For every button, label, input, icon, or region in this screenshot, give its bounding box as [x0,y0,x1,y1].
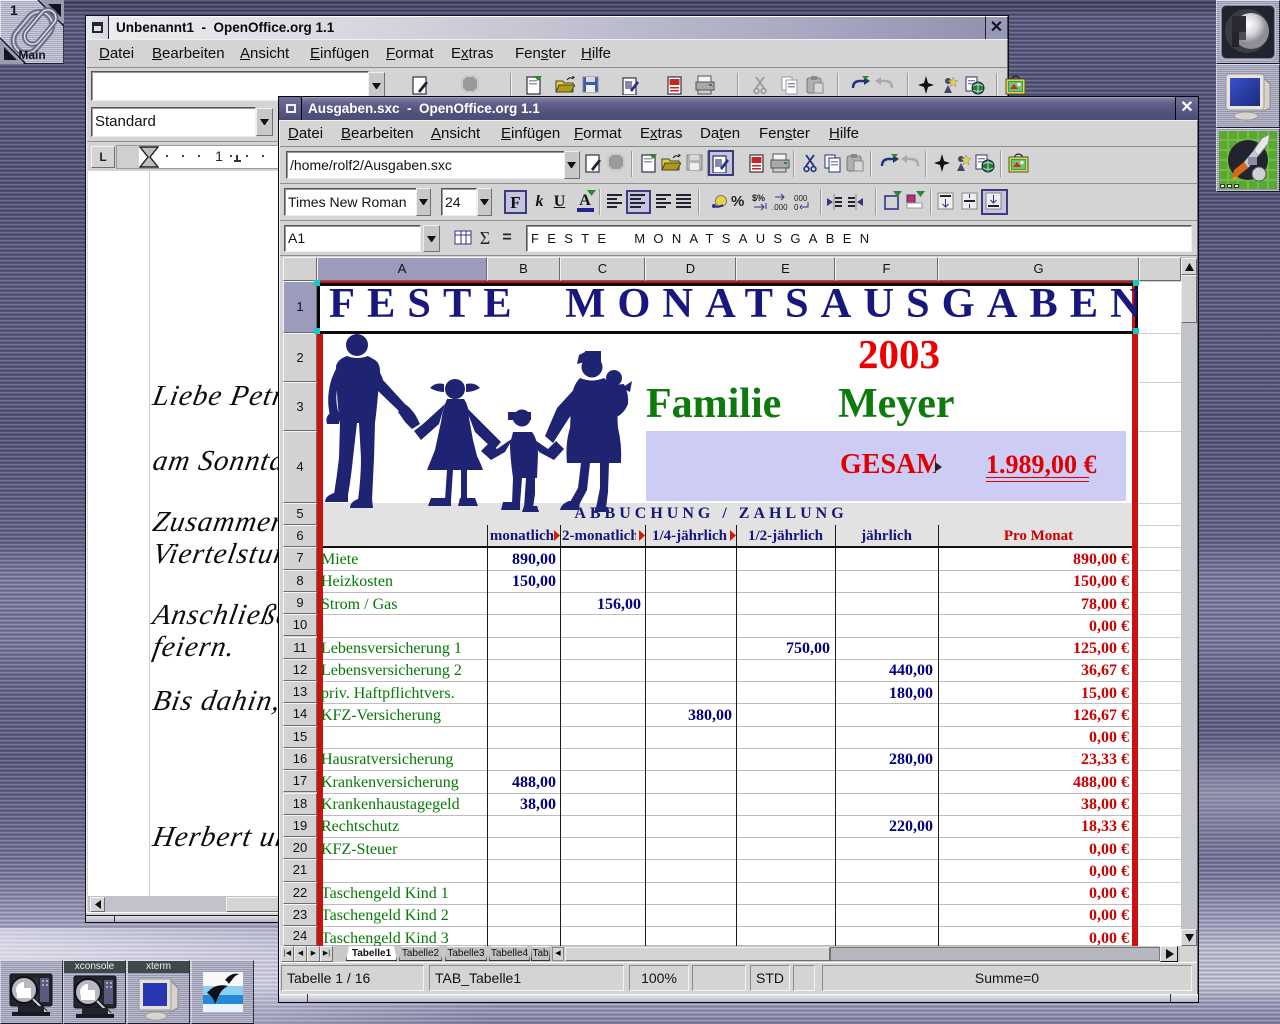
svg-text:.000: .000 [772,203,788,212]
svg-text:0: 0 [794,203,799,212]
svg-text:000: 000 [794,194,808,203]
svg-text:$%: $% [752,193,765,203]
